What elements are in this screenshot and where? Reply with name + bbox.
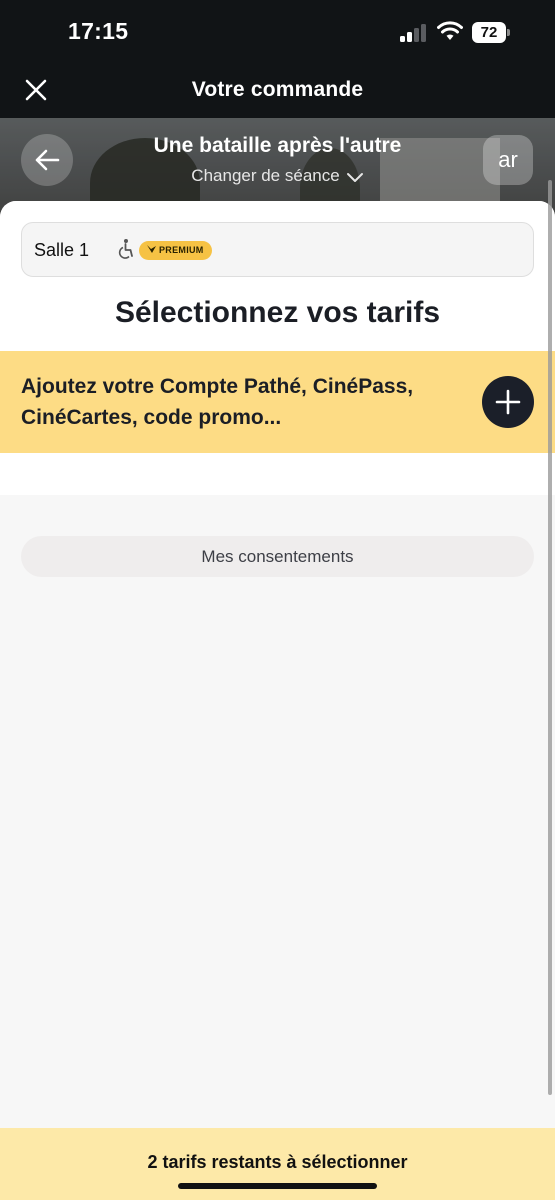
page-title: Votre commande	[191, 78, 364, 101]
room-card: Salle 1 PREMIUM	[21, 222, 534, 277]
consent-button[interactable]: Mes consentements	[21, 536, 534, 577]
wheelchair-icon	[118, 239, 133, 259]
footer-bar: 2 tarifs restants à sélectionner	[0, 1128, 555, 1200]
change-session-label: Changer de séance	[191, 166, 340, 185]
room-name: Salle 1	[34, 240, 90, 260]
home-indicator	[178, 1183, 377, 1189]
premium-badge: PREMIUM	[139, 241, 212, 260]
remaining-tariffs-text: 2 tarifs restants à sélectionner	[147, 1152, 408, 1172]
language-button[interactable]: ar	[483, 135, 533, 185]
plus-icon	[495, 389, 521, 415]
premium-badge-label: PREMIUM	[159, 245, 204, 255]
scrollbar[interactable]	[548, 180, 552, 1095]
promo-text: Ajoutez votre Compte Pathé, CinéPass, Ci…	[21, 375, 414, 429]
nav-header: Votre commande	[0, 62, 555, 118]
status-bar: 17:15 72	[0, 0, 555, 62]
tariff-panel: Salle 1 PREMIUM Sélectionnez vos tarifs …	[0, 201, 555, 495]
status-time: 17:15	[68, 18, 129, 44]
battery-icon: 72	[472, 22, 510, 43]
promo-banner[interactable]: Ajoutez votre Compte Pathé, CinéPass, Ci…	[0, 351, 555, 453]
change-session-button[interactable]: Changer de séance	[0, 166, 555, 186]
section-title: Sélectionnez vos tarifs	[114, 296, 441, 329]
battery-level: 72	[472, 22, 506, 43]
wing-icon	[147, 245, 156, 253]
movie-title: Une bataille après l'autre	[153, 134, 402, 157]
chevron-down-icon	[346, 172, 363, 182]
signal-icon	[400, 24, 430, 42]
add-promo-button[interactable]	[482, 376, 534, 428]
wifi-icon	[437, 21, 463, 40]
content-sheet: Salle 1 PREMIUM Sélectionnez vos tarifs …	[0, 201, 555, 1128]
